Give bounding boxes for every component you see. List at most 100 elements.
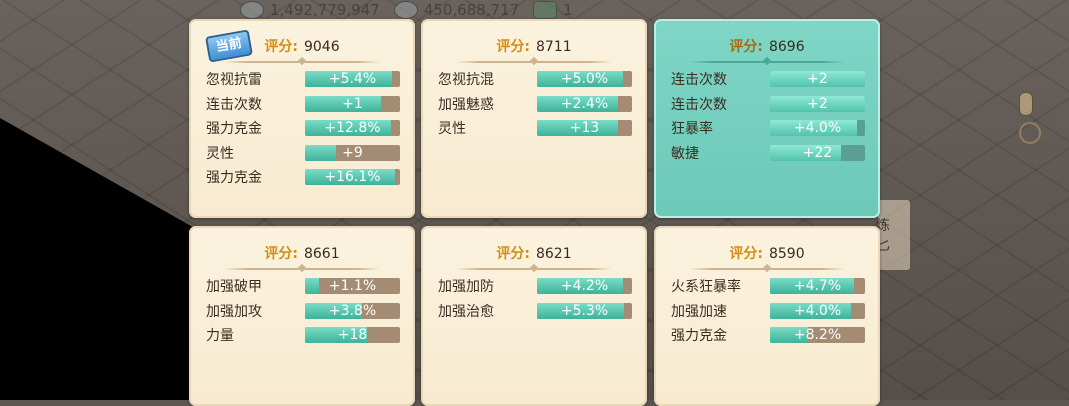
attribute-row: 火系狂暴率 +4.7% — [671, 277, 865, 295]
divider — [689, 268, 845, 270]
attribute-name: 狂暴率 — [671, 121, 713, 137]
attribute-card[interactable]: 评分: 8590 火系狂暴率 +4.7% 加强加速 +4.0% 强力克金 +8.2% — [654, 226, 880, 406]
attribute-name: 加强魅惑 — [438, 96, 494, 113]
attribute-value: +2.4% — [560, 95, 609, 112]
attribute-bar: +2 — [770, 71, 865, 87]
attribute-name: 灵性 — [438, 121, 466, 137]
jade-amount: 1 — [563, 1, 573, 19]
attribute-row: 加强加攻 +3.8% — [206, 302, 400, 320]
divider — [456, 61, 612, 63]
attribute-row: 加强治愈 +5.3% — [438, 302, 632, 320]
score-label: 评分: — [264, 246, 298, 262]
divider — [456, 268, 612, 270]
score-value: 9046 — [303, 39, 340, 55]
divider — [689, 61, 845, 63]
attribute-row: 连击次数 +1 — [206, 95, 400, 113]
silver-coin-icon — [240, 1, 264, 19]
attribute-value: +5.0% — [560, 71, 609, 87]
attribute-value: +5.4% — [328, 71, 377, 87]
attribute-row: 强力克金 +16.1% — [206, 168, 400, 186]
attribute-row: 连击次数 +2 — [671, 95, 865, 113]
attribute-bar: +8.2% — [770, 327, 865, 343]
attribute-row: 加强加防 +4.2% — [438, 277, 632, 295]
attribute-row: 敏捷 +22 — [671, 144, 865, 162]
attribute-name: 火系狂暴率 — [671, 279, 741, 295]
attribute-bar: +12.8% — [305, 120, 400, 136]
attribute-value: +3.8% — [328, 302, 377, 319]
attribute-value: +4.2% — [560, 278, 609, 294]
attribute-bar: +22 — [770, 144, 865, 161]
attribute-value: +13 — [569, 120, 600, 136]
attribute-card[interactable]: 当前 评分: 9046 忽视抗雷 +5.4% 连击次数 +1 强力克金 +12.8% 灵性 +9 强力… — [189, 19, 415, 218]
attribute-card[interactable]: 评分: 8621 加强加防 +4.2% 加强治愈 +5.3% — [421, 226, 647, 406]
attribute-bar: +4.7% — [770, 278, 865, 294]
score-value: 8661 — [303, 246, 340, 262]
attribute-row: 忽视抗混 +5.0% — [438, 70, 632, 88]
score-label: 评分: — [264, 39, 298, 55]
attribute-value: +4.0% — [793, 120, 842, 136]
attribute-name: 连击次数 — [671, 72, 727, 88]
score: 评分: 9046 — [189, 36, 415, 56]
attribute-bar: +9 — [305, 144, 400, 161]
score: 评分: 8621 — [421, 243, 647, 263]
attribute-bar: +4.0% — [770, 302, 865, 319]
attribute-name: 加强加速 — [671, 303, 727, 320]
attribute-value: +16.1% — [324, 169, 381, 185]
ring-icon — [1019, 122, 1041, 144]
attribute-name: 忽视抗雷 — [206, 72, 262, 88]
attribute-value: +2 — [807, 71, 828, 87]
attribute-bar: +18 — [305, 327, 400, 343]
attribute-name: 敏捷 — [671, 145, 699, 162]
attribute-value: +1.1% — [328, 278, 377, 294]
attribute-bar: +2.4% — [537, 95, 632, 112]
attribute-row: 狂暴率 +4.0% — [671, 119, 865, 137]
attribute-value: +8.2% — [793, 327, 842, 343]
score-label: 评分: — [496, 246, 530, 262]
attribute-bar: +3.8% — [305, 302, 400, 319]
attribute-name: 加强破甲 — [206, 279, 262, 295]
attribute-value: +22 — [802, 144, 833, 161]
attribute-card[interactable]: 评分: 8696 连击次数 +2 连击次数 +2 狂暴率 +4.0% 敏捷 +22 — [654, 19, 880, 218]
score-label: 评分: — [496, 39, 530, 55]
score-value: 8696 — [768, 39, 805, 55]
attribute-bar: +1 — [305, 95, 400, 112]
attribute-bar: +5.0% — [537, 71, 632, 87]
attribute-name: 灵性 — [206, 145, 234, 162]
attribute-bar: +4.2% — [537, 278, 632, 294]
attribute-value: +1 — [342, 95, 363, 112]
attribute-name: 力量 — [206, 328, 234, 344]
attribute-name: 强力克金 — [206, 121, 262, 137]
attribute-row: 加强魅惑 +2.4% — [438, 95, 632, 113]
attribute-bar: +5.4% — [305, 71, 400, 87]
attribute-bar: +16.1% — [305, 169, 400, 185]
attribute-row: 灵性 +13 — [438, 119, 632, 137]
gold-ingot-icon — [393, 1, 418, 19]
attribute-bar: +1.1% — [305, 278, 400, 294]
attribute-card[interactable]: 评分: 8711 忽视抗混 +5.0% 加强魅惑 +2.4% 灵性 +13 — [421, 19, 647, 218]
gold-amount: 450,688,717 — [423, 1, 520, 19]
attribute-value: +5.3% — [560, 302, 609, 319]
side-ornament — [1019, 92, 1041, 182]
attribute-name: 连击次数 — [671, 96, 727, 113]
resource-silver: 1,492,779,947 — [240, 1, 380, 19]
attribute-name: 强力克金 — [206, 170, 262, 186]
divider — [224, 268, 380, 270]
attribute-row: 连击次数 +2 — [671, 70, 865, 88]
score: 评分: 8661 — [189, 243, 415, 263]
attribute-name: 强力克金 — [671, 328, 727, 344]
attribute-card[interactable]: 评分: 8661 加强破甲 +1.1% 加强加攻 +3.8% 力量 +18 — [189, 226, 415, 406]
resource-jade: 1 — [533, 1, 573, 19]
attribute-value: +9 — [342, 144, 363, 161]
attribute-name: 忽视抗混 — [438, 72, 494, 88]
attribute-name: 加强加攻 — [206, 303, 262, 320]
attribute-name: 加强治愈 — [438, 303, 494, 320]
attribute-name: 连击次数 — [206, 96, 262, 113]
divider — [224, 61, 380, 63]
attribute-bar: +5.3% — [537, 302, 632, 319]
attribute-value: +4.7% — [793, 278, 842, 294]
attribute-bar: +2 — [770, 95, 865, 112]
score-value: 8711 — [535, 39, 572, 55]
score: 评分: 8696 — [654, 36, 880, 56]
attribute-row: 忽视抗雷 +5.4% — [206, 70, 400, 88]
score-label: 评分: — [729, 39, 763, 55]
